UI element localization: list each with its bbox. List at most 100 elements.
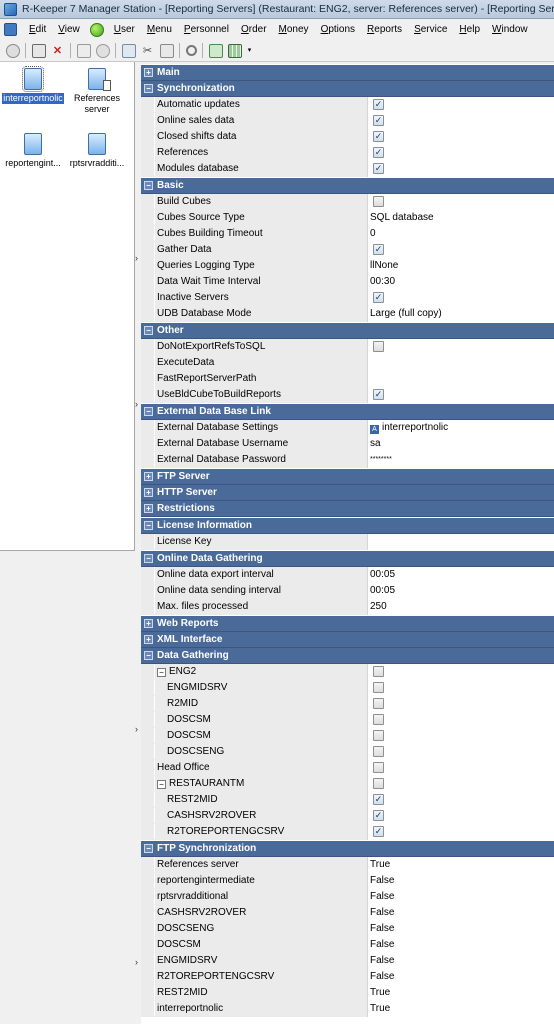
inactive-servers-checkbox[interactable]: ✓ [373,292,384,303]
r2toreportengcsrv-checkbox[interactable]: ✓ [373,826,384,837]
export-icon[interactable] [208,43,223,58]
ftp-sync-value-field[interactable]: True [368,985,554,1001]
collapse-icon[interactable]: − [157,780,166,789]
preview-icon[interactable] [95,43,110,58]
cashsrv2rover-checkbox[interactable]: ✓ [373,810,384,821]
collapse-icon[interactable]: − [144,651,153,660]
use-bld-cube-checkbox[interactable]: ✓ [373,389,384,400]
collapse-icon[interactable]: − [144,326,153,335]
menu-order[interactable]: Order [235,24,273,35]
server-item-references-server[interactable]: References server [64,64,130,115]
menu-money[interactable]: Money [273,24,315,35]
modules-database-checkbox[interactable]: ✓ [373,163,384,174]
search-icon[interactable] [185,45,197,56]
collapse-icon[interactable]: − [144,407,153,416]
doscsm-checkbox[interactable] [373,730,384,741]
splitter-arrow-icon[interactable]: › [135,254,140,263]
section-web-reports[interactable]: + Web Reports [141,616,554,632]
menu-window[interactable]: Window [486,24,534,35]
r2mid-checkbox[interactable] [373,698,384,709]
ftp-sync-value-field[interactable]: False [368,905,554,921]
menu-personnel[interactable]: Personnel [178,24,235,35]
doscsm-checkbox[interactable] [373,714,384,725]
ftp-sync-value-field[interactable]: False [368,921,554,937]
collapse-icon[interactable]: − [144,181,153,190]
ftp-sync-value-field[interactable]: False [368,969,554,985]
doscseng-checkbox[interactable] [373,746,384,757]
external-database-username-field[interactable]: sa [368,436,554,452]
max-files-processed-field[interactable]: 250 [368,599,554,615]
fast-report-server-path-field[interactable] [368,371,554,387]
cut-icon[interactable]: ✂ [141,44,155,58]
collapse-icon[interactable]: − [144,84,153,93]
ftp-sync-value-field[interactable]: True [368,1001,554,1017]
menu-view[interactable]: View [52,24,86,35]
section-other[interactable]: − Other [141,323,554,339]
collapse-icon[interactable]: − [144,844,153,853]
menu-options[interactable]: Options [315,24,361,35]
expand-icon[interactable]: + [144,619,153,628]
cubes-building-timeout-field[interactable]: 0 [368,226,554,242]
chevron-down-icon[interactable]: ▾ [247,44,253,58]
license-key-field[interactable] [368,534,554,550]
splitter-arrow-icon[interactable]: › [135,958,140,967]
splitter-arrow-icon[interactable]: › [135,400,140,409]
closed-shifts-data-checkbox[interactable]: ✓ [373,131,384,142]
property-group-eng2[interactable]: − ENG2 [155,664,368,680]
section-restrictions[interactable]: + Restrictions [141,501,554,517]
section-ftp-synchronization[interactable]: − FTP Synchronization [141,841,554,857]
eng2-checkbox[interactable] [373,666,384,677]
expand-icon[interactable]: + [144,504,153,513]
document-icon[interactable] [4,23,17,36]
gather-data-checkbox[interactable]: ✓ [373,244,384,255]
cubes-source-type-field[interactable]: SQL database [368,210,554,226]
section-main[interactable]: + Main [141,65,554,81]
server-item-rptsrvradditi[interactable]: rptsrvradditi... [64,129,130,169]
menu-reports[interactable]: Reports [361,24,408,35]
collapse-icon[interactable]: − [144,554,153,563]
menu-help[interactable]: Help [453,24,486,35]
server-item-interreportnolic[interactable]: interreportnolic [0,64,66,104]
online-data-export-interval-field[interactable]: 00:05 [368,567,554,583]
restaurantm-checkbox[interactable] [373,778,384,789]
menu-service[interactable]: Service [408,24,453,35]
menu-edit[interactable]: Edit [23,24,52,35]
automatic-updates-checkbox[interactable]: ✓ [373,99,384,110]
menu-user[interactable]: User [108,24,141,35]
section-xml-interface[interactable]: + XML Interface [141,632,554,648]
expand-icon[interactable]: + [144,488,153,497]
section-online-data-gathering[interactable]: − Online Data Gathering [141,551,554,567]
property-group-restaurantm[interactable]: − RESTAURANTM [155,776,368,792]
expand-icon[interactable]: + [144,68,153,77]
section-license-information[interactable]: − License Information [141,518,554,534]
section-http-server[interactable]: + HTTP Server [141,485,554,501]
build-cubes-checkbox[interactable] [373,196,384,207]
collapse-icon[interactable]: − [157,668,166,677]
data-wait-time-interval-field[interactable]: 00:30 [368,274,554,290]
copy-icon[interactable] [121,43,136,58]
online-sales-data-checkbox[interactable]: ✓ [373,115,384,126]
save-icon[interactable] [31,43,46,58]
print-icon[interactable] [76,43,91,58]
ftp-sync-value-field[interactable]: False [368,937,554,953]
section-external-database-link[interactable]: − External Data Base Link [141,404,554,420]
execute-data-field[interactable] [368,355,554,371]
section-ftp-server[interactable]: + FTP Server [141,469,554,485]
ftp-sync-value-field[interactable]: True [368,857,554,873]
splitter-arrow-icon[interactable]: › [135,725,140,734]
do-not-export-refs-checkbox[interactable] [373,341,384,352]
external-database-settings-field[interactable]: Ainterreportnolic [368,420,554,436]
refresh-icon[interactable] [5,43,20,58]
delete-icon[interactable]: ✕ [51,44,65,58]
external-database-password-field[interactable]: ******** [368,452,554,468]
queries-logging-type-field[interactable]: llNone [368,258,554,274]
udb-database-mode-field[interactable]: Large (full copy) [368,306,554,322]
engmidsrv-checkbox[interactable] [373,682,384,693]
online-data-sending-interval-field[interactable]: 00:05 [368,583,554,599]
references-checkbox[interactable]: ✓ [373,147,384,158]
head-office-checkbox[interactable] [373,762,384,773]
section-synchronization[interactable]: − Synchronization [141,81,554,97]
menu-menu[interactable]: Menu [141,24,178,35]
collapse-icon[interactable]: − [144,521,153,530]
grid-view-icon[interactable] [227,43,242,58]
